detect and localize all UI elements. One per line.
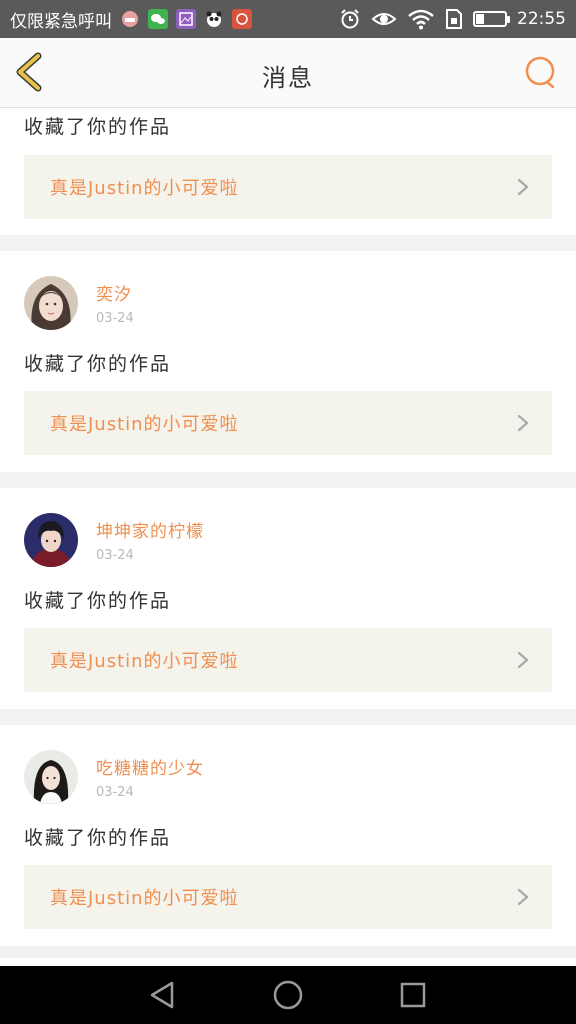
notification-card: 奕汐 03-24 收藏了你的作品 真是Justin的小可爱啦 xyxy=(0,251,576,472)
battery-icon xyxy=(473,11,510,27)
status-bar-right: 22:55 xyxy=(339,8,566,30)
notification-message: 收藏了你的作品 xyxy=(24,353,172,375)
referenced-work-title: 真是Justin的小可爱啦 xyxy=(50,888,239,909)
wechat-icon xyxy=(148,9,168,29)
wifi-icon xyxy=(407,8,435,30)
next-card-peek xyxy=(0,958,576,966)
red-app-icon xyxy=(232,9,252,29)
chevron-right-icon xyxy=(517,414,529,432)
carrier-text: 仅限紧急呼叫 xyxy=(10,11,112,32)
alarm-icon xyxy=(339,8,361,30)
user-row: 吃糖糖的少女 03-24 xyxy=(24,749,204,805)
system-nav-bar xyxy=(0,966,576,1024)
notification-message: 收藏了你的作品 xyxy=(24,590,172,612)
clock-text: 22:55 xyxy=(517,9,566,29)
referenced-work-link[interactable]: 真是Justin的小可爱啦 xyxy=(24,628,552,692)
eye-icon xyxy=(371,9,397,29)
chevron-right-icon xyxy=(517,888,529,906)
header-bar: 消息 xyxy=(0,38,576,108)
referenced-work-link[interactable]: 真是Justin的小可爱啦 xyxy=(24,865,552,929)
sim-icon xyxy=(445,8,463,30)
status-bar: 仅限紧急呼叫 22:55 xyxy=(0,0,576,38)
timestamp: 03-24 xyxy=(96,311,134,326)
notification-card: 吃糖糖的少女 03-24 收藏了你的作品 真是Justin的小可爱啦 xyxy=(0,725,576,946)
face-app-icon xyxy=(120,9,140,29)
user-row: 奕汐 03-24 xyxy=(24,275,134,331)
user-meta: 奕汐 03-24 xyxy=(96,280,134,326)
page-title: 消息 xyxy=(262,64,314,92)
search-icon xyxy=(525,56,555,89)
referenced-work-link[interactable]: 真是Justin的小可爱啦 xyxy=(24,391,552,455)
user-meta: 吃糖糖的少女 03-24 xyxy=(96,754,204,800)
username[interactable]: 坤坤家的柠檬 xyxy=(96,517,204,542)
referenced-work-title: 真是Justin的小可爱啦 xyxy=(50,414,239,435)
recents-square-icon xyxy=(401,982,426,1008)
message-list[interactable]: 收藏了你的作品 真是Justin的小可爱啦 奕汐 03-24 收藏了你的作品 真… xyxy=(0,108,576,966)
nav-back-button[interactable] xyxy=(143,975,183,1015)
referenced-work-title: 真是Justin的小可爱啦 xyxy=(50,651,239,672)
battery-level-fill xyxy=(476,14,484,24)
chevron-right-icon xyxy=(517,178,529,196)
timestamp: 03-24 xyxy=(96,785,134,800)
referenced-work-link[interactable]: 真是Justin的小可爱啦 xyxy=(24,155,552,219)
gallery-icon xyxy=(176,9,196,29)
nav-home-button[interactable] xyxy=(268,975,308,1015)
timestamp: 03-24 xyxy=(96,548,134,563)
user-row: 坤坤家的柠檬 03-24 xyxy=(24,512,204,568)
notification-message: 收藏了你的作品 xyxy=(24,827,172,849)
avatar[interactable] xyxy=(24,750,78,804)
chevron-right-icon xyxy=(517,651,529,669)
avatar[interactable] xyxy=(24,513,78,567)
notification-card-partial: 收藏了你的作品 真是Justin的小可爱啦 xyxy=(0,108,576,235)
status-bar-left: 仅限紧急呼叫 xyxy=(10,7,339,32)
back-triangle-icon xyxy=(150,981,173,1009)
avatar[interactable] xyxy=(24,276,78,330)
user-meta: 坤坤家的柠檬 03-24 xyxy=(96,517,204,563)
referenced-work-title: 真是Justin的小可爱啦 xyxy=(50,178,239,199)
notification-card: 坤坤家的柠檬 03-24 收藏了你的作品 真是Justin的小可爱啦 xyxy=(0,488,576,709)
notification-message: 收藏了你的作品 xyxy=(24,116,172,138)
username[interactable]: 奕汐 xyxy=(96,280,134,305)
search-button[interactable] xyxy=(522,54,558,90)
panda-app-icon xyxy=(204,9,224,29)
home-circle-icon xyxy=(273,980,303,1010)
username[interactable]: 吃糖糖的少女 xyxy=(96,754,204,779)
nav-recents-button[interactable] xyxy=(393,975,433,1015)
